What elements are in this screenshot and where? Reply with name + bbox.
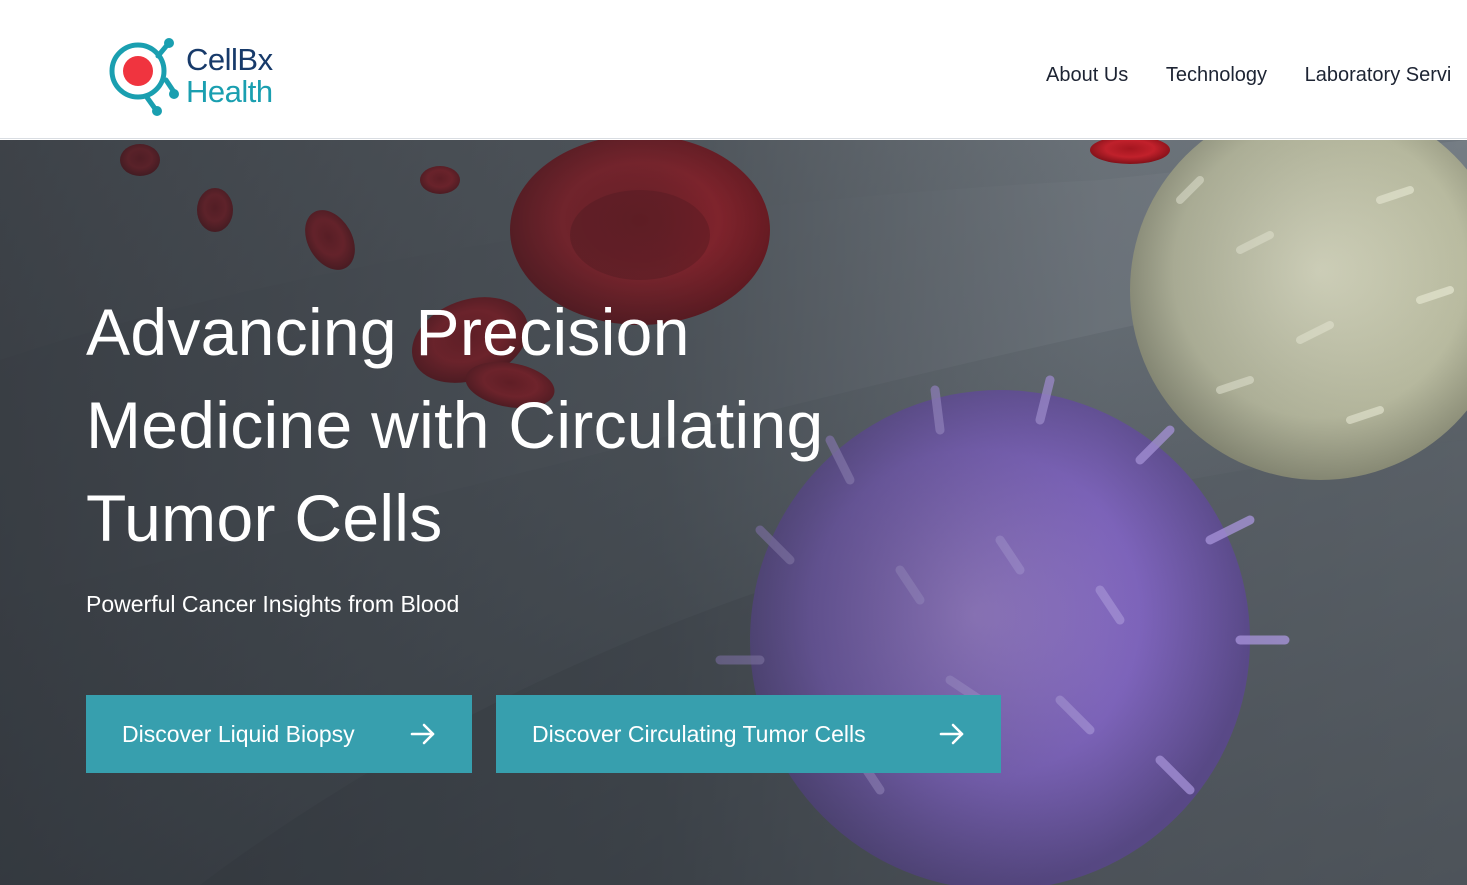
discover-liquid-biopsy-label: Discover Liquid Biopsy — [122, 721, 355, 747]
discover-liquid-biopsy-button[interactable]: Discover Liquid Biopsy — [86, 695, 472, 773]
arrow-right-icon — [939, 723, 964, 745]
nav-item-about-us[interactable]: About Us — [1046, 64, 1128, 87]
discover-circulating-tumor-cells-button[interactable]: Discover Circulating Tumor Cells — [496, 695, 1001, 773]
logo-text-health: Health — [186, 74, 273, 109]
site-header: CellBx Health About Us Technology Labora… — [0, 0, 1467, 139]
logo-text-cellbx: CellBx — [186, 42, 273, 77]
hero-subtitle: Powerful Cancer Insights from Blood — [86, 591, 460, 617]
nav-item-technology[interactable]: Technology — [1166, 64, 1267, 87]
logo-icon — [109, 38, 179, 116]
logo-wordmark: CellBx Health — [186, 44, 273, 108]
discover-circulating-tumor-cells-label: Discover Circulating Tumor Cells — [532, 721, 866, 747]
logo[interactable]: CellBx Health — [106, 36, 306, 116]
hero-title-line-2: Medicine with Circulating — [86, 388, 824, 462]
hero-title: Advancing Precision Medicine with Circul… — [86, 286, 966, 565]
hero-title-line-1: Advancing Precision — [86, 295, 690, 369]
main-nav: About Us Technology Laboratory Servi — [1046, 64, 1467, 87]
hero-section: Advancing Precision Medicine with Circul… — [0, 140, 1467, 885]
arrow-right-icon — [410, 723, 435, 745]
nav-item-laboratory-services[interactable]: Laboratory Servi — [1305, 64, 1452, 87]
hero-title-line-3: Tumor Cells — [86, 481, 443, 555]
